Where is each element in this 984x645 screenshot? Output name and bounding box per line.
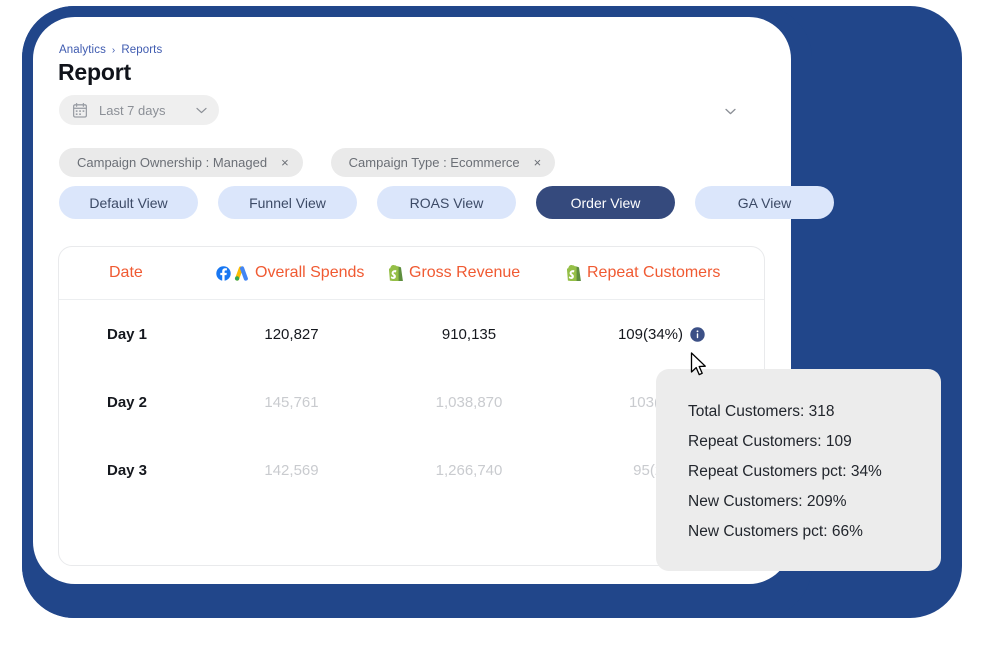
cell-overall-spends: 120,827	[264, 325, 319, 343]
cell-repeat-customers: 109(34%)	[559, 326, 764, 343]
cell-date: Day 2	[107, 393, 148, 411]
column-header-overall-spends[interactable]: Overall Spends	[204, 264, 379, 282]
cell-date: Day 3	[107, 461, 148, 479]
screenshot-root: Analytics › Reports Report Last 7 days C…	[0, 0, 984, 645]
tab-roas-view[interactable]: ROAS View	[377, 186, 516, 219]
filter-chip-list: Campaign Ownership : Managed × Campaign …	[59, 148, 556, 177]
close-icon[interactable]: ×	[534, 156, 542, 169]
filter-chip-campaign-type[interactable]: Campaign Type : Ecommerce ×	[330, 148, 556, 177]
breadcrumb-item-reports[interactable]: Reports	[121, 44, 162, 56]
column-source-icons	[566, 265, 581, 282]
cell-date: Day 1	[107, 325, 148, 343]
column-header-label: Repeat Customers	[587, 264, 721, 281]
filter-chip-label: Campaign Type : Ecommerce	[348, 155, 520, 170]
column-header-repeat-customers[interactable]: Repeat Customers	[559, 264, 764, 282]
breadcrumb: Analytics › Reports	[59, 44, 162, 56]
cell-overall-spends: 142,569	[264, 461, 319, 479]
shopify-icon	[388, 265, 403, 282]
close-icon[interactable]: ×	[281, 156, 289, 169]
tab-order-view[interactable]: Order View	[536, 186, 675, 219]
panel-collapse-chevron[interactable]	[721, 102, 739, 120]
chevron-down-icon	[196, 101, 207, 119]
filter-chip-campaign-ownership[interactable]: Campaign Ownership : Managed ×	[59, 148, 303, 177]
tooltip-line-new-customers-pct: New Customers pct: 66%	[688, 523, 863, 540]
column-source-icons	[388, 265, 403, 282]
shopify-icon	[566, 265, 581, 282]
chevron-down-icon	[724, 102, 736, 120]
date-range-value: Last 7 days	[99, 102, 166, 118]
column-source-icons	[216, 265, 249, 281]
column-header-label: Overall Spends	[255, 264, 365, 281]
tab-ga-view[interactable]: GA View	[695, 186, 834, 219]
calendar-icon	[72, 102, 88, 118]
view-tab-list: Default View Funnel View ROAS View Order…	[59, 186, 834, 219]
date-range-picker[interactable]: Last 7 days	[59, 95, 219, 125]
google-ads-icon	[234, 265, 249, 281]
cell-gross-revenue: 1,038,870	[435, 393, 503, 411]
tooltip-line-new-customers: New Customers: 209%	[688, 493, 847, 510]
tooltip-line-total-customers: Total Customers: 318	[688, 403, 835, 420]
tooltip-line-repeat-customers: Repeat Customers: 109	[688, 433, 852, 450]
cell-gross-revenue: 1,266,740	[435, 461, 503, 479]
repeat-customers-tooltip: Total Customers: 318 Repeat Customers: 1…	[656, 369, 941, 571]
breadcrumb-item-analytics[interactable]: Analytics	[59, 44, 106, 56]
table-header-row: Date Overall Spends Gross Revenue Repeat…	[59, 247, 764, 300]
cell-gross-revenue: 910,135	[441, 325, 497, 343]
facebook-icon	[216, 265, 231, 281]
tab-funnel-view[interactable]: Funnel View	[218, 186, 357, 219]
column-header-gross-revenue[interactable]: Gross Revenue	[379, 264, 559, 282]
column-header-date[interactable]: Date	[59, 264, 204, 282]
filter-chip-label: Campaign Ownership : Managed	[77, 155, 268, 170]
tooltip-line-repeat-customers-pct: Repeat Customers pct: 34%	[688, 463, 882, 480]
page-title: Report	[58, 59, 131, 85]
breadcrumb-separator-icon: ›	[111, 44, 116, 56]
cell-repeat-customers-value: 109(34%)	[617, 325, 684, 343]
cell-overall-spends: 145,761	[264, 393, 319, 411]
tab-default-view[interactable]: Default View	[59, 186, 198, 219]
column-header-label: Gross Revenue	[409, 264, 521, 281]
info-icon[interactable]	[690, 326, 705, 342]
table-row[interactable]: Day 1 120,827 910,135 109(34%)	[59, 300, 764, 368]
column-header-label: Date	[109, 264, 143, 281]
